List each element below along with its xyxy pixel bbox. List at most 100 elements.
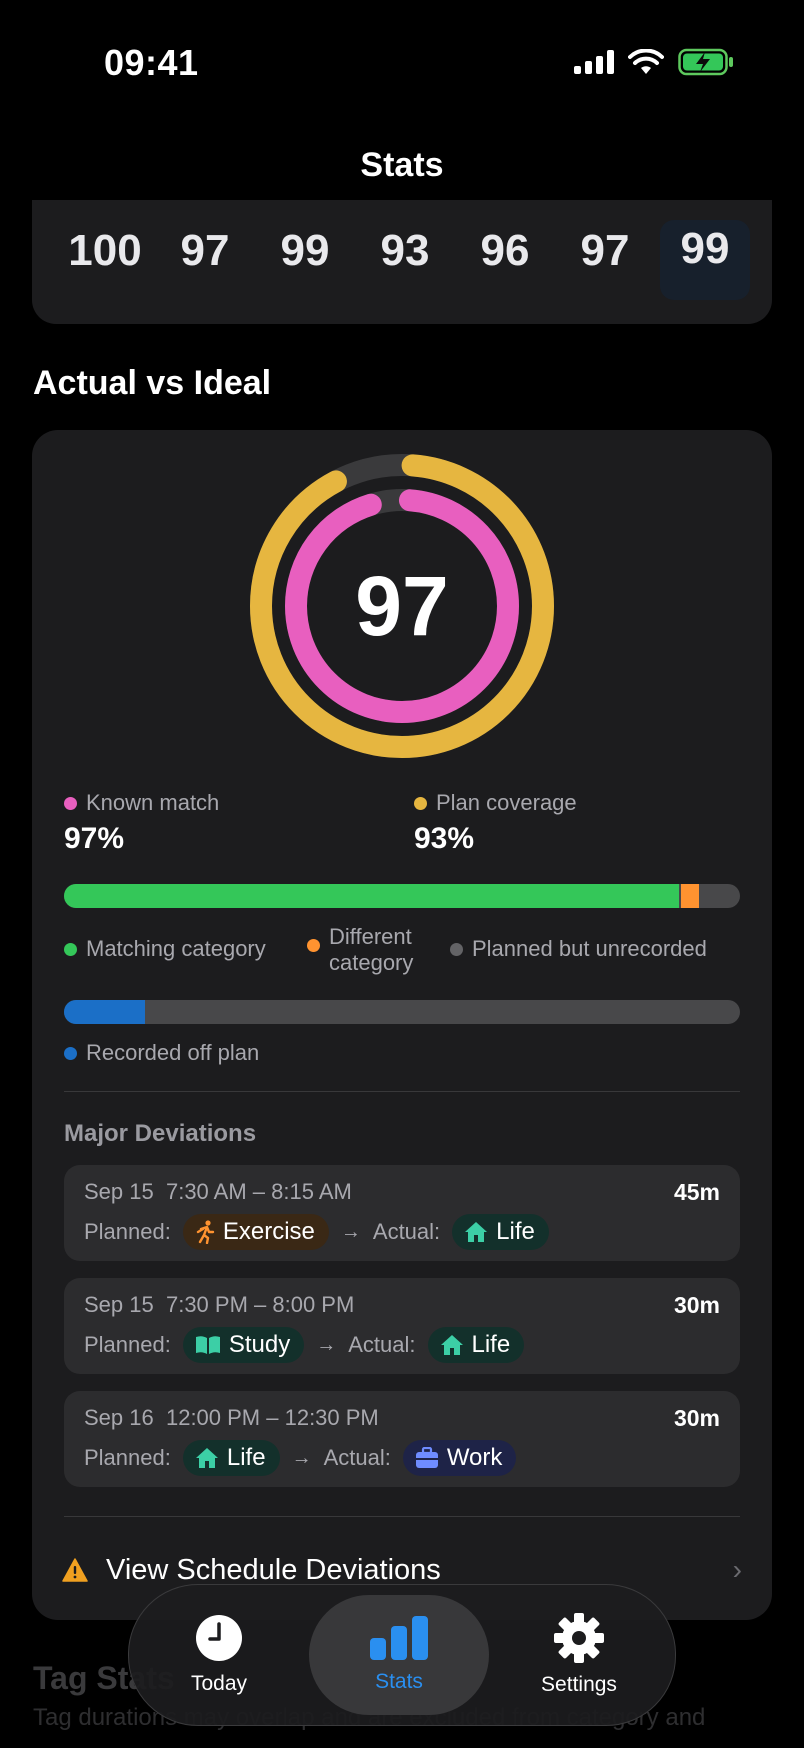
daily-score-today[interactable]: 99 [660, 220, 750, 300]
matching-segment [64, 884, 680, 908]
deviation-range: 12:00 PM – 12:30 PM [165, 1405, 379, 1430]
house-icon [195, 1447, 219, 1469]
actual-vs-ideal-card: 97 Known match 97% Plan coverage 93% Mat… [32, 430, 772, 1620]
deviation-detail: Planned: Life → Actual: Work [84, 1439, 517, 1477]
tab-stats[interactable]: Stats [309, 1595, 489, 1715]
actual-category: Life [496, 1218, 535, 1245]
daily-scores-card: 100 97 99 93 96 97 99 [32, 200, 772, 324]
deviation-row[interactable]: Sep 15 7:30 AM – 8:15 AM 45m Planned: Exerc… [64, 1165, 740, 1261]
planned-label: Planned: [84, 1445, 171, 1470]
deviation-duration: 30m [673, 1405, 720, 1431]
arrow-right-icon: → [291, 1446, 312, 1469]
deviation-row[interactable]: Sep 16 12:00 PM – 12:30 PM 30m Planned: Lif… [64, 1391, 740, 1487]
planned-bar [64, 884, 740, 908]
daily-score[interactable]: 97 [160, 226, 250, 276]
deviation-detail: Planned: Study → Actual: Life [84, 1326, 525, 1364]
planned-category-chip: Exercise [182, 1214, 329, 1250]
actual-category: Work [446, 1444, 503, 1471]
book-icon [195, 1335, 221, 1355]
deviation-time: Sep 16 12:00 PM – 12:30 PM [84, 1405, 379, 1431]
page-title: Stats [360, 146, 444, 184]
clock-icon [196, 1615, 242, 1661]
arrow-right-icon: → [316, 1333, 337, 1356]
daily-score[interactable]: 93 [360, 226, 450, 276]
planned-category-chip: Life [182, 1440, 280, 1476]
tab-stats-label: Stats [375, 1670, 423, 1693]
offplan-dot [64, 1046, 77, 1060]
overall-score: 97 [355, 559, 449, 653]
planned-category: Life [226, 1444, 266, 1471]
house-icon [464, 1221, 488, 1243]
matching-label: Matching category [86, 936, 266, 961]
plan-coverage-dot [414, 796, 427, 810]
section-title-actual-vs-ideal: Actual vs Ideal [33, 364, 272, 402]
offplan-bar [64, 1000, 740, 1024]
matching-dot [64, 942, 77, 956]
offplan-segment [64, 1000, 146, 1024]
planned-category: Exercise [222, 1218, 315, 1245]
deviation-duration: 30m [673, 1292, 720, 1318]
known-match-label: Known match [86, 790, 220, 815]
running-icon [195, 1220, 215, 1244]
deviation-range: 7:30 PM – 8:00 PM [165, 1292, 355, 1317]
status-icons [574, 48, 734, 76]
signal-icon [574, 50, 614, 74]
bar-chart-icon [370, 1616, 428, 1660]
actual-label: Actual: [348, 1332, 416, 1357]
different-segment [681, 884, 700, 908]
briefcase-icon [415, 1447, 439, 1469]
deviation-row[interactable]: Sep 15 7:30 PM – 8:00 PM 30m Planned: Study… [64, 1278, 740, 1374]
deviation-date: Sep 15 [84, 1292, 154, 1317]
wifi-icon [628, 49, 664, 74]
planned-label: Planned: [84, 1219, 171, 1244]
different-dot [307, 939, 320, 952]
plan-coverage-label: Plan coverage [436, 790, 577, 815]
warning-icon [62, 1558, 88, 1582]
divider [64, 1091, 740, 1092]
deviation-duration: 45m [673, 1179, 720, 1205]
chevron-right-icon: › [732, 1554, 742, 1585]
divider [64, 1516, 740, 1517]
daily-score[interactable]: 97 [560, 226, 650, 276]
plan-coverage-legend: Plan coverage [414, 790, 577, 816]
actual-label: Actual: [372, 1219, 441, 1244]
unrecorded-dot [450, 942, 463, 956]
tab-today[interactable]: Today [129, 1585, 309, 1725]
view-schedule-deviations-label: View Schedule Deviations [106, 1553, 441, 1586]
daily-score[interactable]: 99 [260, 226, 350, 276]
arrow-right-icon: → [340, 1220, 361, 1243]
different-label: Different category [329, 924, 414, 975]
battery-charging-icon [678, 48, 733, 76]
deviation-range: 7:30 AM – 8:15 AM [165, 1179, 352, 1204]
known-match-dot [64, 796, 77, 810]
daily-score[interactable]: 96 [460, 226, 550, 276]
deviation-time: Sep 15 7:30 PM – 8:00 PM [84, 1292, 354, 1318]
tab-today-label: Today [190, 1672, 248, 1695]
plan-coverage-value: 93% [414, 822, 475, 855]
tab-bar: Today Stats Settings [128, 1584, 676, 1726]
actual-category-chip: Work [402, 1440, 517, 1476]
deviation-time: Sep 15 7:30 AM – 8:15 AM [84, 1179, 352, 1205]
legend-unrecorded: Planned but unrecorded [450, 936, 707, 962]
offplan-label: Recorded off plan [86, 1040, 260, 1065]
daily-score[interactable]: 100 [60, 226, 150, 276]
known-match-legend: Known match [64, 790, 219, 816]
tab-settings[interactable]: Settings [489, 1585, 669, 1725]
legend-offplan: Recorded off plan [64, 1040, 259, 1066]
deviation-detail: Planned: Exercise → Actual: Life [84, 1213, 549, 1251]
daily-scores-row: 100 97 99 93 96 97 99 [60, 220, 760, 300]
actual-category-chip: Life [427, 1327, 525, 1363]
house-icon [440, 1334, 464, 1356]
unrecorded-label: Planned but unrecorded [472, 936, 707, 961]
actual-category: Life [471, 1331, 511, 1358]
status-time: 09:41 [104, 42, 199, 83]
major-deviations-title: Major Deviations [64, 1120, 257, 1147]
planned-category-chip: Study [182, 1327, 305, 1363]
tab-settings-label: Settings [541, 1673, 617, 1696]
deviation-date: Sep 16 [84, 1405, 154, 1430]
legend-matching: Matching category [64, 936, 266, 962]
gear-icon [554, 1613, 604, 1663]
deviation-date: Sep 15 [84, 1179, 154, 1204]
actual-category-chip: Life [452, 1214, 549, 1250]
known-match-value: 97% [64, 822, 125, 855]
